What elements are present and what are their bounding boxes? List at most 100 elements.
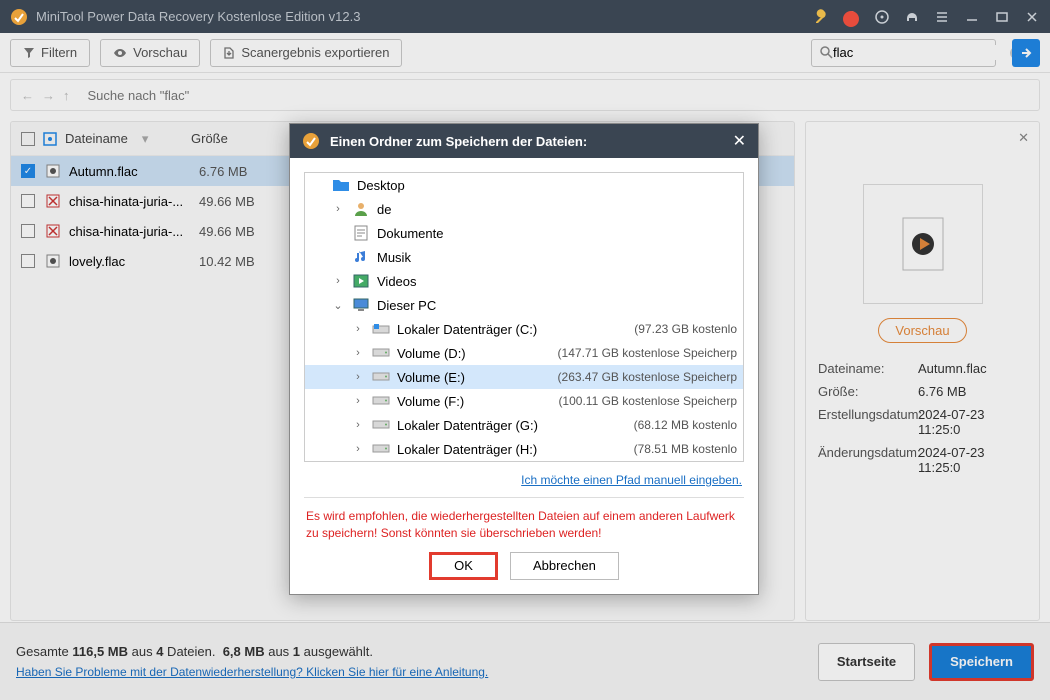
tree-node[interactable]: › Volume (F:) (100.11 GB kostenlose Spei… <box>305 389 743 413</box>
tree-node-freespace: (100.11 GB kostenlose Speicherp <box>558 394 737 408</box>
drive-icon <box>371 344 391 362</box>
search-input[interactable] <box>833 45 1009 60</box>
meta-created-label: Erstellungsdatum: <box>818 407 918 437</box>
tree-node-label: Desktop <box>357 178 405 193</box>
nav-forward-icon[interactable]: → <box>42 88 55 103</box>
manual-path-link[interactable]: Ich möchte einen Pfad manuell eingeben. <box>521 473 742 487</box>
meta-modified-value: 2024-07-23 11:25:0 <box>918 445 1027 475</box>
expand-icon[interactable]: › <box>351 371 365 383</box>
save-folder-dialog: Einen Ordner zum Speichern der Dateien: … <box>289 123 759 595</box>
export-button[interactable]: Scanergebnis exportieren <box>210 39 402 67</box>
headphones-icon[interactable] <box>904 9 920 25</box>
minimize-icon[interactable] <box>964 9 980 25</box>
disc-icon[interactable] <box>874 9 890 25</box>
select-all-checkbox[interactable] <box>21 132 35 146</box>
tree-node[interactable]: Dokumente <box>305 221 743 245</box>
close-icon[interactable] <box>1024 9 1040 25</box>
preview-panel: ✕ Vorschau Dateiname: Autumn.flac Größe:… <box>805 121 1040 621</box>
drive-sys-icon <box>371 320 391 338</box>
meta-filename-value: Autumn.flac <box>918 361 1027 376</box>
expand-icon[interactable]: › <box>351 395 365 407</box>
tree-node[interactable]: › Lokaler Datenträger (H:) (78.51 MB kos… <box>305 437 743 461</box>
file-name: Autumn.flac <box>69 164 199 179</box>
funnel-icon <box>23 47 35 59</box>
nav-back-icon[interactable]: ← <box>21 88 34 103</box>
tree-node-label: Volume (F:) <box>397 394 464 409</box>
tree-node-label: Volume (D:) <box>397 346 466 361</box>
file-icon <box>45 253 61 269</box>
folder-blue-icon <box>331 176 351 194</box>
tree-node-label: Lokaler Datenträger (H:) <box>397 442 537 457</box>
tree-node[interactable]: › Lokaler Datenträger (G:) (68.12 MB kos… <box>305 413 743 437</box>
help-link[interactable]: Haben Sie Probleme mit der Datenwiederhe… <box>16 665 488 679</box>
dialog-ok-button[interactable]: OK <box>429 552 498 580</box>
file-size: 49.66 MB <box>199 194 255 209</box>
tree-node[interactable]: ⌄ Dieser PC <box>305 293 743 317</box>
expand-icon[interactable]: › <box>351 347 365 359</box>
sort-icon[interactable]: ▾ <box>142 131 149 147</box>
drive-icon <box>371 368 391 386</box>
dialog-cancel-button[interactable]: Abbrechen <box>510 552 619 580</box>
tree-node[interactable]: › Volume (D:) (147.71 GB kostenlose Spei… <box>305 341 743 365</box>
row-checkbox[interactable] <box>21 224 35 238</box>
nav-up-icon[interactable]: ↑ <box>63 88 70 103</box>
app-logo-icon <box>10 8 28 26</box>
folder-tree[interactable]: Desktop › de Dokumente Musik › Videos ⌄ … <box>304 172 744 462</box>
tree-node-label: Dieser PC <box>377 298 436 313</box>
file-icon <box>45 193 61 209</box>
save-button[interactable]: Speichern <box>929 643 1034 681</box>
col-name[interactable]: Dateiname <box>65 131 128 146</box>
filter-button[interactable]: Filtern <box>10 39 90 67</box>
expand-icon[interactable]: › <box>351 443 365 455</box>
tree-node-freespace: (68.12 MB kostenlo <box>634 418 737 432</box>
preview-open-button[interactable]: Vorschau <box>878 318 966 343</box>
expand-icon[interactable]: ⌄ <box>331 299 345 312</box>
home-button[interactable]: Startseite <box>818 643 915 681</box>
col-size[interactable]: Größe <box>191 131 291 146</box>
maximize-icon[interactable] <box>994 9 1010 25</box>
meta-modified-label: Änderungsdatum: <box>818 445 918 475</box>
dialog-close-icon[interactable]: ✕ <box>733 131 746 151</box>
menu-icon[interactable] <box>934 9 950 25</box>
titlebar: MiniTool Power Data Recovery Kostenlose … <box>0 0 1050 33</box>
key-icon[interactable] <box>814 9 830 25</box>
tree-node[interactable]: › Videos <box>305 269 743 293</box>
footer-summary: Gesamte 116,5 MB aus 4 Dateien. 6,8 MB a… <box>16 644 488 659</box>
search-go-button[interactable] <box>1012 39 1040 67</box>
tree-node-label: de <box>377 202 391 217</box>
row-checkbox[interactable] <box>21 194 35 208</box>
tree-node-freespace: (78.51 MB kostenlo <box>634 442 737 456</box>
pc-icon <box>351 296 371 314</box>
expand-icon[interactable]: › <box>351 323 365 335</box>
file-name: lovely.flac <box>69 254 199 269</box>
expand-icon[interactable]: › <box>331 275 345 287</box>
export-label: Scanergebnis exportieren <box>241 45 389 60</box>
tree-node-label: Volume (E:) <box>397 370 465 385</box>
tree-node[interactable]: › Lokaler Datenträger (C:) (97.23 GB kos… <box>305 317 743 341</box>
drive-icon <box>371 440 391 458</box>
file-size: 49.66 MB <box>199 224 255 239</box>
preview-thumbnail <box>863 184 983 304</box>
dialog-title: Einen Ordner zum Speichern der Dateien: <box>330 134 733 149</box>
tree-node[interactable]: Desktop <box>305 173 743 197</box>
file-metadata: Dateiname: Autumn.flac Größe: 6.76 MB Er… <box>818 361 1027 475</box>
expand-icon[interactable]: › <box>331 203 345 215</box>
row-checkbox[interactable]: ✓ <box>21 164 35 178</box>
tree-node-freespace: (97.23 GB kostenlo <box>634 322 737 336</box>
meta-size-label: Größe: <box>818 384 918 399</box>
meta-size-value: 6.76 MB <box>918 384 1027 399</box>
tree-node[interactable]: Musik <box>305 245 743 269</box>
dialog-header: Einen Ordner zum Speichern der Dateien: … <box>290 124 758 158</box>
preview-button[interactable]: Vorschau <box>100 39 200 67</box>
bell-icon[interactable] <box>844 9 860 25</box>
tree-node[interactable]: › de <box>305 197 743 221</box>
eye-icon <box>113 47 127 59</box>
row-checkbox[interactable] <box>21 254 35 268</box>
expand-icon[interactable]: › <box>351 419 365 431</box>
tree-node-freespace: (263.47 GB kostenlose Speicherp <box>558 370 737 384</box>
tree-node-label: Lokaler Datenträger (C:) <box>397 322 537 337</box>
search-field[interactable] <box>811 39 996 67</box>
music-icon <box>351 248 371 266</box>
close-preview-icon[interactable]: ✕ <box>1018 130 1029 146</box>
tree-node[interactable]: › Volume (E:) (263.47 GB kostenlose Spei… <box>305 365 743 389</box>
